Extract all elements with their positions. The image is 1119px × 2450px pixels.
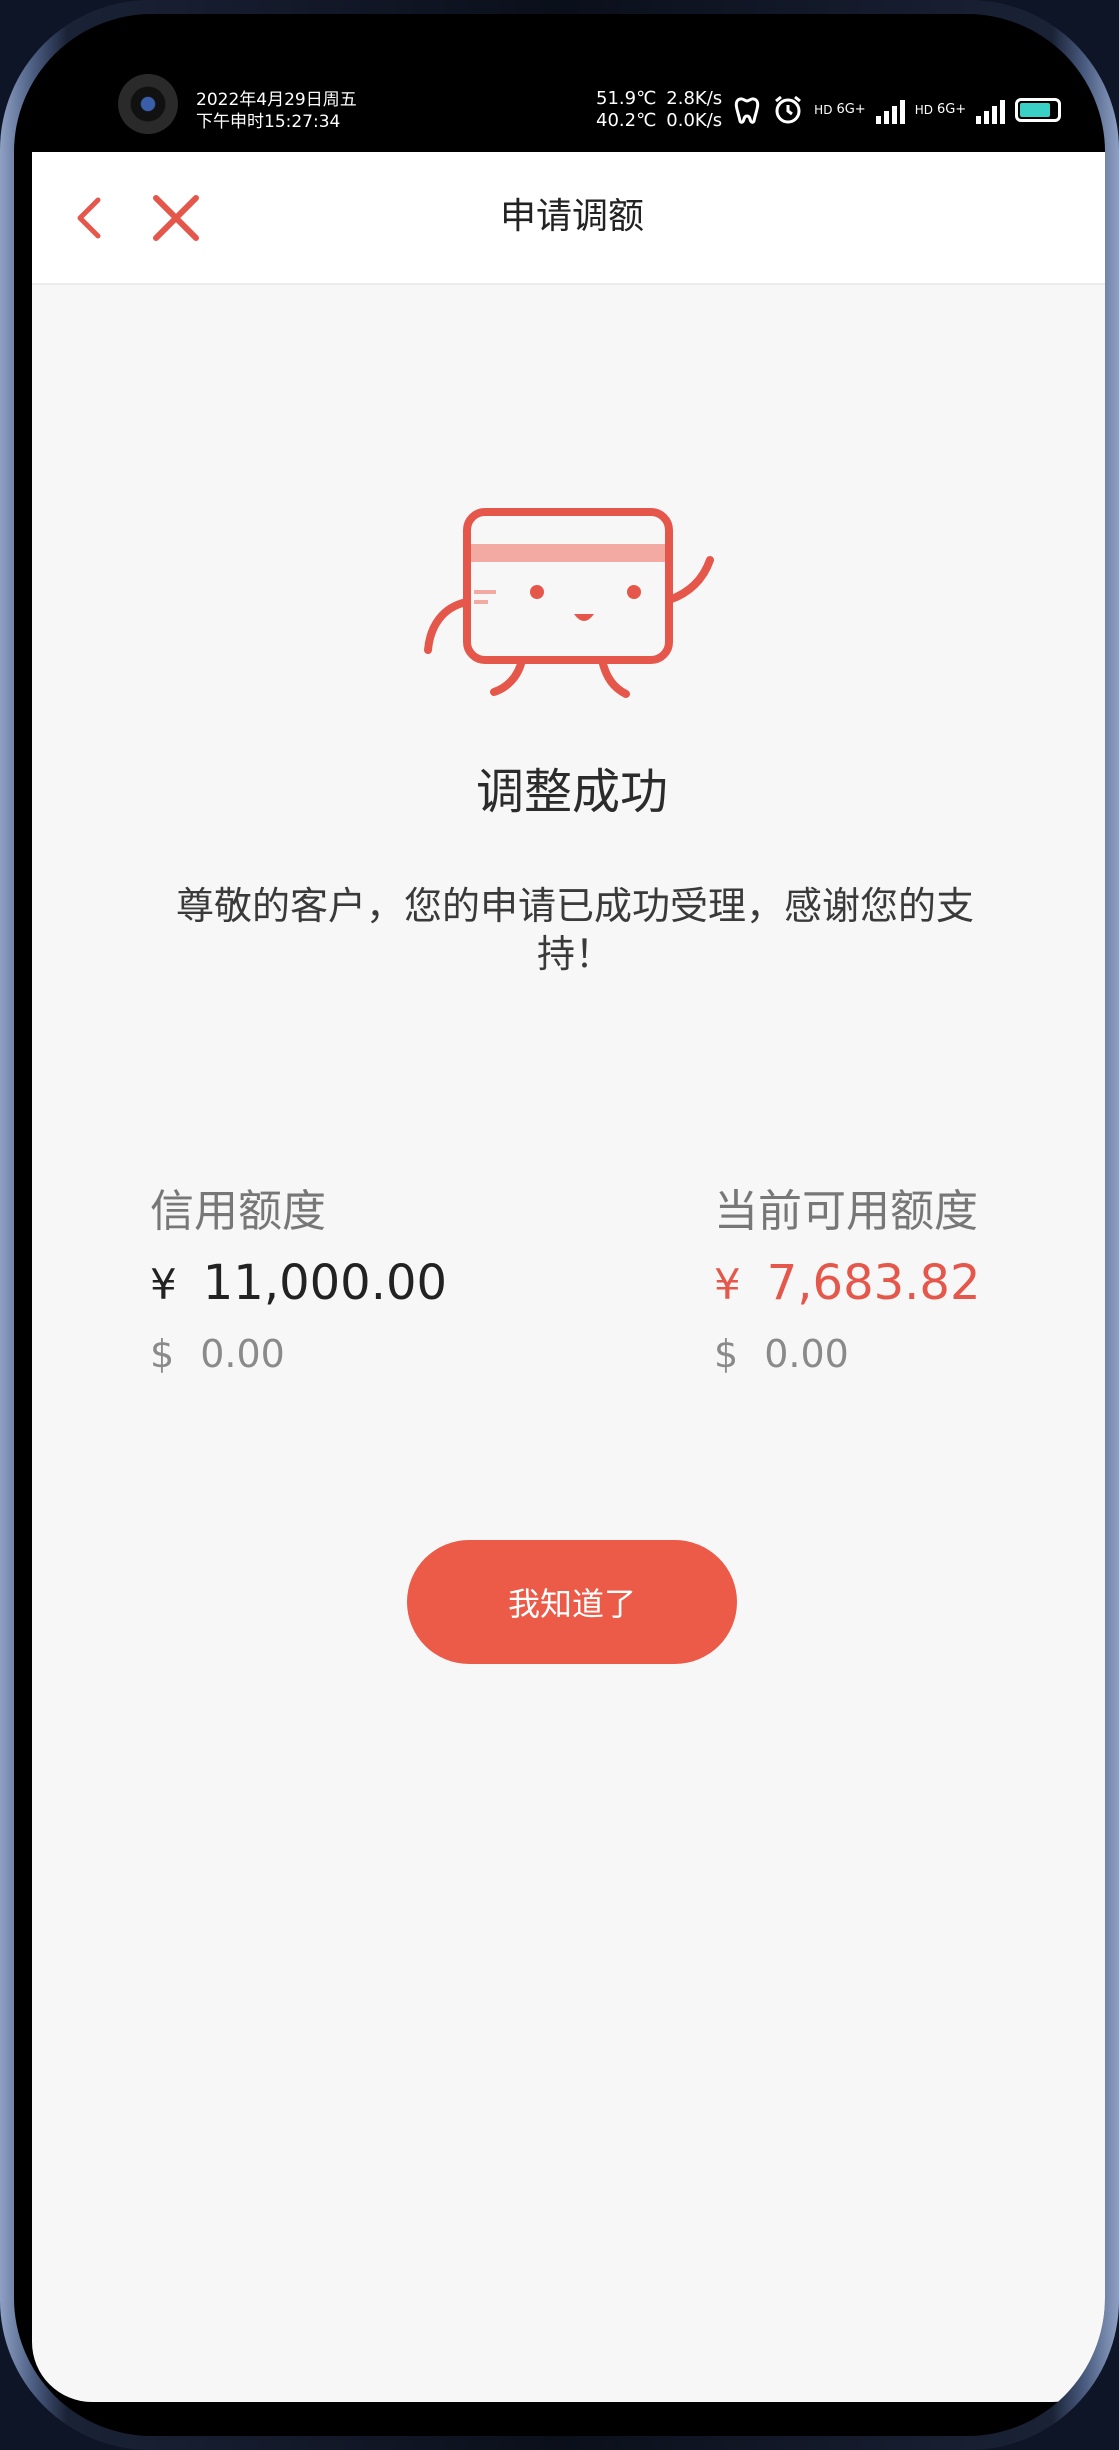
page-title: 申请调额: [499, 196, 644, 237]
network-speed: 2.8K/s 0.0K/s: [666, 88, 722, 132]
acknowledge-button[interactable]: 我知道了: [407, 1540, 737, 1664]
usd-symbol: $: [150, 1332, 175, 1376]
signal-1-hd-label: HD: [814, 103, 833, 117]
credit-limit-cny-value: 11,000.00: [202, 1255, 448, 1311]
available-credit-usd-value: 0.00: [764, 1332, 849, 1376]
temperature-1: 51.9℃: [596, 88, 657, 109]
speed-down: 0.0K/s: [666, 110, 723, 131]
signal-2-hd-label: HD: [914, 103, 933, 117]
success-message: 尊敬的客户，您的申请已成功受理，感谢您的支持！: [175, 884, 974, 976]
available-credit-usd: $0.00: [714, 1324, 980, 1384]
speed-up: 2.8K/s: [666, 88, 723, 109]
available-credit-label: 当前可用额度: [714, 1186, 978, 1237]
signal-1-net-label: 6G+: [836, 102, 866, 117]
app-screen: 申请调额 调整成功 尊敬的客户，您的申请已成功受理，感谢您的支持！ 信用额度 ¥: [32, 152, 1105, 2402]
battery-icon: [1015, 98, 1062, 122]
signal-2-net-label: 6G+: [936, 102, 967, 117]
credit-limit-usd-value: 0.00: [200, 1332, 285, 1376]
status-time: 下午申时15:27:34: [196, 112, 341, 132]
app-header: 申请调额: [32, 152, 1105, 285]
tooth-icon: [735, 97, 760, 124]
phone-screen-area: 2022年4月29日周五 下午申时15:27:34 51.9℃ 40.2℃ 2.…: [14, 14, 1105, 2436]
temperature-readout: 51.9℃ 40.2℃: [596, 88, 656, 132]
credit-limit-cny: ¥11,000.00: [150, 1248, 447, 1320]
temperature-2: 40.2℃: [596, 110, 657, 131]
signal-1-icon: [875, 96, 905, 124]
cny-symbol: ¥: [150, 1260, 177, 1309]
available-credit-block: 当前可用额度 ¥7,683.82 $0.00: [714, 1182, 980, 1384]
credit-limit-usd: $0.00: [150, 1324, 447, 1384]
credit-limit-label: 信用额度: [150, 1186, 326, 1237]
status-indicators: 51.9℃ 40.2℃ 2.8K/s 0.0K/s HD 6G+ HD 6G+: [596, 88, 1062, 132]
available-credit-cny-value: 7,683.82: [766, 1255, 981, 1311]
available-credit-cny: ¥7,683.82: [714, 1248, 980, 1320]
credit-limit-block: 信用额度 ¥11,000.00 $0.00: [150, 1182, 447, 1384]
alarm-icon: [775, 95, 802, 124]
signal-2-icon: [976, 96, 1006, 124]
status-bar: 2022年4月29日周五 下午申时15:27:34 51.9℃ 40.2℃ 2.…: [14, 14, 1105, 152]
status-datetime: 2022年4月29日周五 下午申时15:27:34: [196, 89, 357, 133]
credit-card-mascot-icon: [424, 508, 714, 698]
usd-symbol: $: [714, 1332, 739, 1376]
success-title: 调整成功: [475, 764, 668, 820]
phone-frame: 2022年4月29日周五 下午申时15:27:34 51.9℃ 40.2℃ 2.…: [0, 0, 1119, 2450]
status-date: 2022年4月29日周五: [196, 90, 357, 110]
front-camera: [118, 74, 178, 134]
cny-symbol: ¥: [714, 1260, 741, 1309]
